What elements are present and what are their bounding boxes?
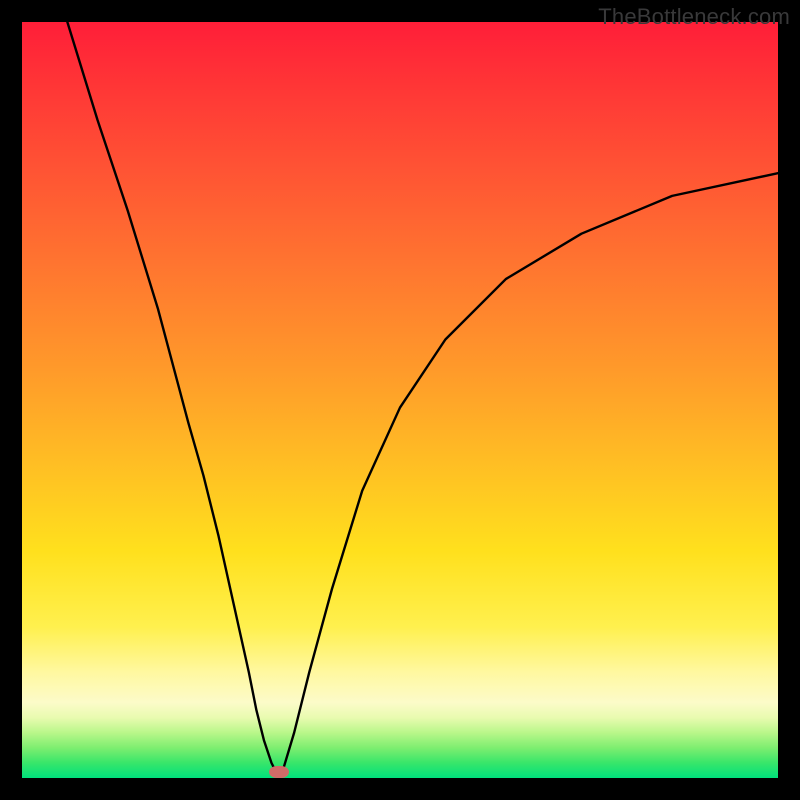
curve-layer [22,22,778,778]
plot-area [22,22,778,778]
chart-frame: TheBottleneck.com [0,0,800,800]
curve-right-branch [283,173,778,770]
watermark-text: TheBottleneck.com [598,4,790,30]
curve-left-branch [67,22,275,770]
minimum-marker [269,766,289,778]
